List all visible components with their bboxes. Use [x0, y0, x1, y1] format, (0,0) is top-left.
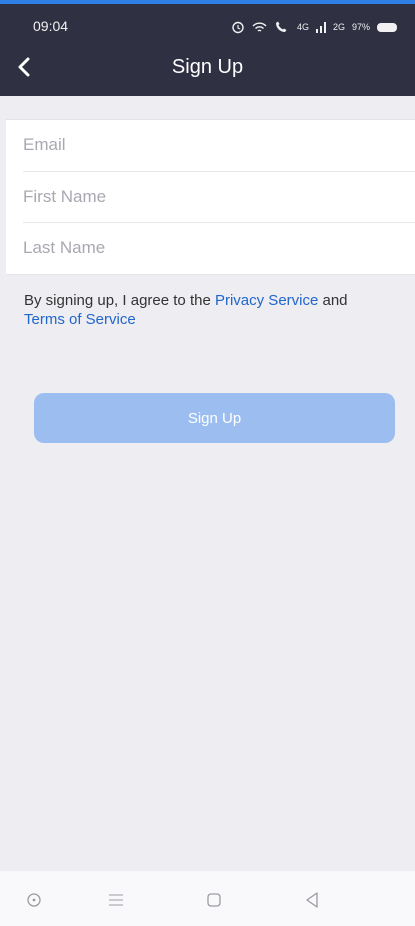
battery-percent: 97%: [351, 22, 370, 32]
accent-line: [0, 0, 415, 4]
menu-nav-icon[interactable]: [103, 887, 129, 913]
wifi-icon: [252, 22, 267, 32]
terms-prefix: By signing up, I agree to the: [24, 292, 215, 309]
first-name-row: [6, 172, 415, 223]
status-icons: 4G 2G 97%: [231, 18, 397, 36]
home-nav-icon[interactable]: [201, 887, 227, 913]
signal-bars-icon: [315, 22, 326, 33]
system-nav-bar: [0, 871, 415, 926]
battery-icon: [377, 22, 397, 32]
email-field-row: [6, 120, 415, 171]
last-name-row: [6, 223, 415, 274]
terms-of-service-link[interactable]: Terms of Service: [24, 311, 136, 328]
email-field[interactable]: [6, 120, 403, 170]
terms-text: By signing up, I agree to the Privacy Se…: [24, 291, 394, 329]
app-header: 09:04 4G 2G 97% Sign Up: [0, 0, 415, 96]
alarm-icon: [232, 21, 244, 34]
signal-4g-label: 4G: [296, 22, 309, 32]
signup-button[interactable]: Sign Up: [34, 393, 395, 443]
terms-conjunction: and: [318, 292, 348, 309]
status-time: 09:04: [33, 18, 69, 34]
signal-2g-label: 2G: [332, 22, 345, 32]
signup-form: [6, 119, 415, 275]
first-name-field[interactable]: [6, 172, 403, 222]
last-name-field[interactable]: [6, 223, 403, 273]
assistant-nav-icon[interactable]: [21, 887, 47, 913]
back-nav-icon[interactable]: [299, 887, 325, 913]
page-title: Sign Up: [171, 56, 244, 78]
volte-call-icon: [275, 21, 287, 32]
privacy-service-link[interactable]: Privacy Service: [215, 292, 318, 309]
